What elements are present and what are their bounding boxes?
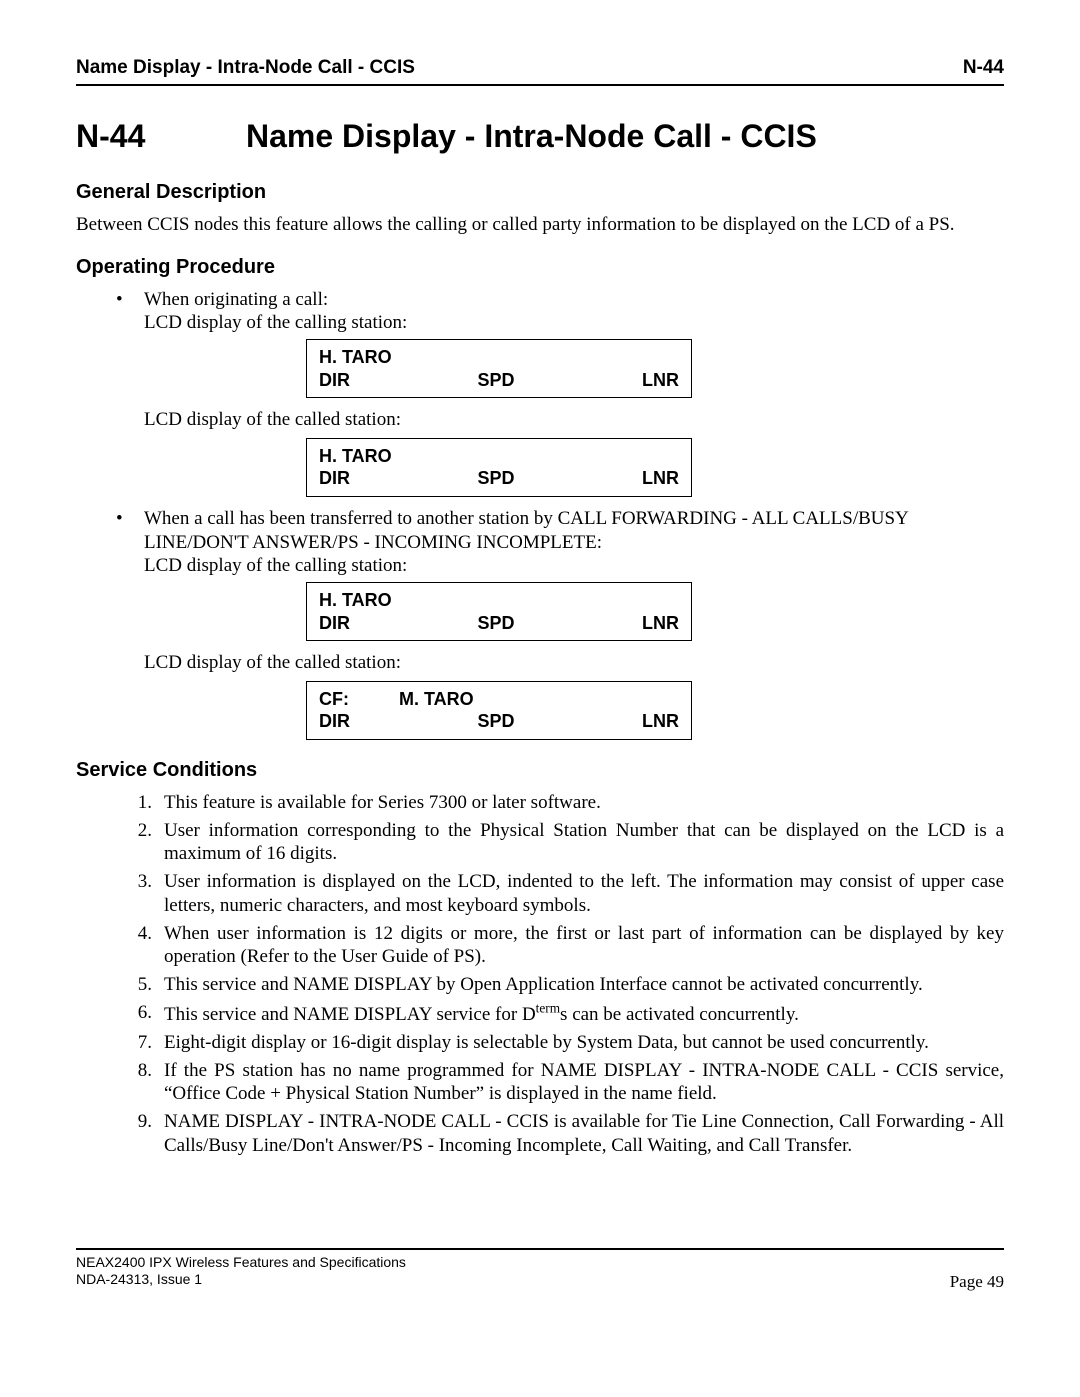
lcd4-lnr: LNR — [642, 710, 679, 733]
lcd-display-1: H. TARO DIR SPD LNR — [306, 339, 1004, 398]
service-item-9: 9.NAME DISPLAY - INTRA-NODE CALL - CCIS … — [116, 1110, 1004, 1158]
service-item-7-text: Eight-digit display or 16-digit display … — [164, 1032, 929, 1053]
lcd1-dir: DIR — [319, 369, 350, 392]
bullet-transferred-line1: LCD display of the calling station: — [144, 555, 407, 576]
service-item-7: 7.Eight-digit display or 16-digit displa… — [116, 1031, 1004, 1055]
lcd2-lnr: LNR — [642, 467, 679, 490]
lcd1-spd: SPD — [477, 369, 514, 392]
item6-sup: term — [536, 1001, 560, 1016]
lcd4-dir: DIR — [319, 710, 350, 733]
lcd-display-3: H. TARO DIR SPD LNR — [306, 582, 1004, 641]
item6-post: s can be activated concurrently. — [560, 1004, 799, 1025]
service-item-2: 2.User information corresponding to the … — [116, 819, 1004, 867]
lcd4-cf: CF: — [319, 688, 399, 711]
lcd3-dir: DIR — [319, 612, 350, 635]
service-item-5-text: This service and NAME DISPLAY by Open Ap… — [164, 974, 923, 995]
page-header: Name Display - Intra-Node Call - CCIS N-… — [76, 56, 1004, 86]
lcd2-spd: SPD — [477, 467, 514, 490]
lcd3-spd: SPD — [477, 612, 514, 635]
lcd3-lnr: LNR — [642, 612, 679, 635]
lcd3-top: H. TARO — [319, 589, 679, 612]
service-item-5: 5.This service and NAME DISPLAY by Open … — [116, 973, 1004, 997]
service-item-3: 3.User information is displayed on the L… — [116, 870, 1004, 918]
lcd2-dir: DIR — [319, 467, 350, 490]
service-item-6: 6. This service and NAME DISPLAY service… — [116, 1001, 1004, 1027]
lcd-display-2: H. TARO DIR SPD LNR — [306, 438, 1004, 497]
bullet-originating-intro: When originating a call: — [144, 289, 328, 310]
service-item-9-text: NAME DISPLAY - INTRA-NODE CALL - CCIS is… — [164, 1111, 1004, 1156]
lcd4-spd: SPD — [477, 710, 514, 733]
lcd1-lnr: LNR — [642, 369, 679, 392]
header-code: N-44 — [963, 56, 1004, 80]
service-item-4: 4.When user information is 12 digits or … — [116, 922, 1004, 970]
page-footer: NEAX2400 IPX Wireless Features and Speci… — [76, 1248, 1004, 1289]
called-station-label-2: LCD display of the called station: — [144, 651, 1004, 675]
service-item-2-text: User information corresponding to the Ph… — [164, 820, 1004, 865]
footer-line1: NEAX2400 IPX Wireless Features and Speci… — [76, 1254, 1004, 1272]
service-conditions-list: 1.This feature is available for Series 7… — [116, 791, 1004, 1158]
lcd-display-4: CF: M. TARO DIR SPD LNR — [306, 681, 1004, 740]
page-title: N-44Name Display - Intra-Node Call - CCI… — [76, 116, 1004, 156]
service-item-1-text: This feature is available for Series 730… — [164, 792, 601, 813]
footer-line2: NDA-24313, Issue 1 — [76, 1271, 1004, 1289]
service-item-6-text: This service and NAME DISPLAY service fo… — [164, 1004, 799, 1025]
title-text: Name Display - Intra-Node Call - CCIS — [246, 118, 817, 154]
lcd4-name: M. TARO — [399, 688, 474, 711]
general-description-body: Between CCIS nodes this feature allows t… — [76, 213, 1004, 237]
service-item-8-text: If the PS station has no name programmed… — [164, 1060, 1004, 1105]
service-item-3-text: User information is displayed on the LCD… — [164, 871, 1004, 916]
service-item-1: 1.This feature is available for Series 7… — [116, 791, 1004, 815]
called-station-label-1: LCD display of the called station: — [144, 408, 1004, 432]
section-service-heading: Service Conditions — [76, 758, 1004, 783]
lcd2-top: H. TARO — [319, 445, 679, 468]
bullet-originating-line1: LCD display of the calling station: — [144, 312, 407, 333]
bullet-originating: When originating a call: LCD display of … — [116, 288, 1004, 336]
section-operating-heading: Operating Procedure — [76, 255, 1004, 280]
header-title: Name Display - Intra-Node Call - CCIS — [76, 56, 415, 80]
section-general-heading: General Description — [76, 180, 1004, 205]
bullet-transferred: When a call has been transferred to anot… — [116, 507, 1004, 578]
title-code: N-44 — [76, 116, 246, 156]
lcd1-top: H. TARO — [319, 346, 679, 369]
item6-pre: This service and NAME DISPLAY service fo… — [164, 1004, 536, 1025]
service-item-4-text: When user information is 12 digits or mo… — [164, 923, 1004, 968]
service-item-8: 8.If the PS station has no name programm… — [116, 1059, 1004, 1107]
bullet-transferred-intro: When a call has been transferred to anot… — [144, 508, 908, 553]
footer-page: Page 49 — [950, 1271, 1004, 1292]
